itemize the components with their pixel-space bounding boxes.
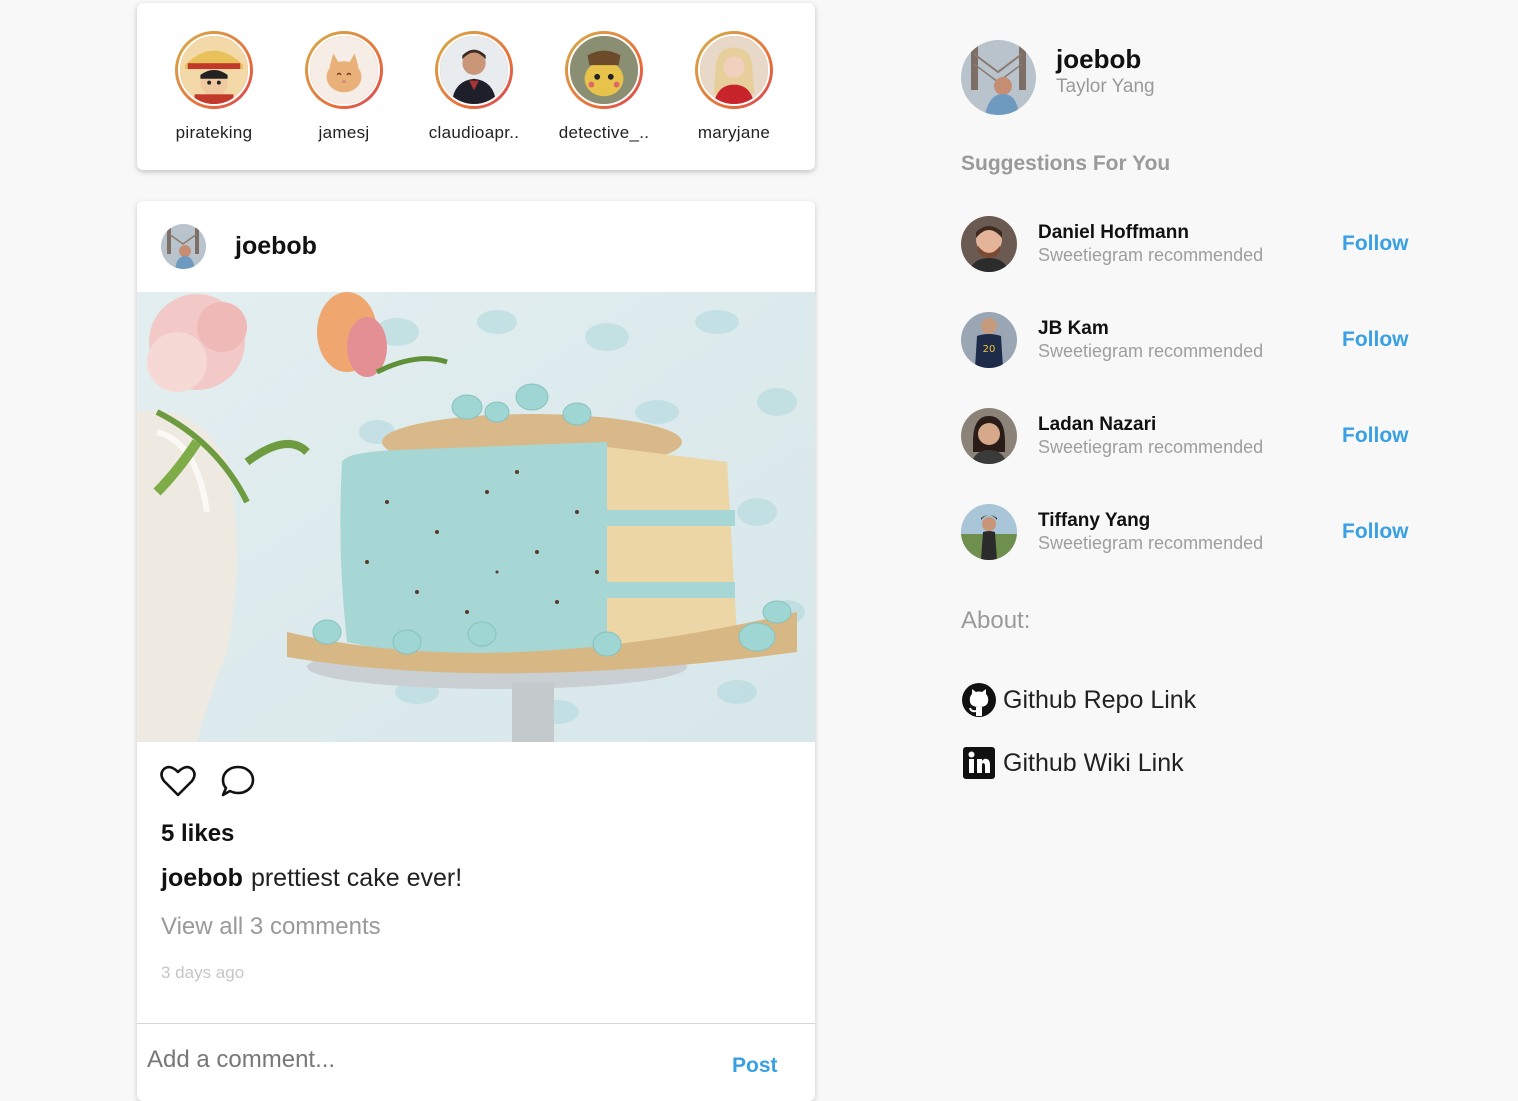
post-timestamp: 3 days ago [161,963,245,982]
suggestion-name[interactable]: Daniel Hoffmann [1038,222,1338,244]
current-user-profile: joebob Taylor Yang [961,40,1155,115]
suggestion-item: Ladan Nazari Sweetiegram recommended Fol… [961,406,1421,466]
svg-text:20: 20 [983,344,996,355]
suggestion-item: Daniel Hoffmann Sweetiegram recommended … [961,214,1421,274]
suggestion-item: 20 JB Kam Sweetiegram recommended Follow [961,310,1421,370]
avatar [308,34,380,106]
avatar[interactable] [961,504,1017,560]
suggestion-subtitle: Sweetiegram recommended [1038,245,1264,265]
post-header: joebob [137,201,815,292]
suggestion-name[interactable]: Ladan Nazari [1038,414,1338,436]
avatar[interactable]: 20 [961,312,1017,368]
suggestion-text: Daniel Hoffmann Sweetiegram recommended [1038,222,1338,266]
avatar[interactable] [961,40,1036,115]
linkedin-icon [963,747,995,779]
post-image [137,292,815,742]
suggestion-subtitle: Sweetiegram recommended [1038,437,1264,457]
story-avatar-ring [435,31,513,109]
profile-username[interactable]: joebob [1056,44,1155,75]
suggestion-item: Tiffany Yang Sweetiegram recommended Fol… [961,502,1421,562]
stories-bar: pirateking jamesj claudioapr.. detective… [137,3,815,170]
post-card: joebob 5 likes joebob prettiest cake eve… [137,201,815,1101]
avatar [178,34,250,106]
post-comment-button[interactable]: Post [732,1054,778,1078]
heart-icon[interactable] [159,762,197,800]
about-title: About: [961,607,1031,634]
avatar [568,34,640,106]
story-avatar-ring [175,31,253,109]
avatar [698,34,770,106]
story-username: jamesj [318,123,370,142]
suggestions-title: Suggestions For You [961,152,1171,175]
post-username[interactable]: joebob [235,232,317,261]
story-pirateking[interactable]: pirateking [159,31,269,170]
avatar [438,34,510,106]
suggestion-subtitle: Sweetiegram recommended [1038,341,1264,361]
follow-button[interactable]: Follow [1342,424,1409,448]
story-username: maryjane [697,123,771,142]
avatar[interactable] [961,408,1017,464]
github-repo-link[interactable]: Github Repo Link [961,682,1196,718]
caption-username[interactable]: joebob [161,864,243,892]
link-label: Github Wiki Link [1003,748,1184,777]
story-jamesj[interactable]: jamesj [289,31,399,170]
story-claudioapr[interactable]: claudioapr.. [419,31,529,170]
comment-bar: Post [137,1023,815,1101]
story-username: pirateking [175,123,253,142]
avatar[interactable] [161,224,206,269]
avatar[interactable] [961,216,1017,272]
post-actions [137,742,815,806]
github-wiki-link[interactable]: Github Wiki Link [961,745,1184,781]
story-avatar-ring [695,31,773,109]
post-caption: joebob prettiest cake ever! [137,864,815,893]
story-maryjane[interactable]: maryjane [679,31,789,170]
follow-button[interactable]: Follow [1342,328,1409,352]
view-all-comments-link[interactable]: View all 3 comments [137,913,381,941]
suggestion-text: JB Kam Sweetiegram recommended [1038,318,1338,362]
story-detective[interactable]: detective_.. [549,31,659,170]
comment-icon[interactable] [219,762,257,800]
caption-text: prettiest cake ever! [250,864,463,892]
profile-text: joebob Taylor Yang [1056,44,1155,98]
story-avatar-ring [305,31,383,109]
comment-input[interactable] [145,1038,705,1082]
profile-full-name: Taylor Yang [1056,75,1155,97]
suggestion-subtitle: Sweetiegram recommended [1038,533,1264,553]
likes-count: 5 likes [161,820,235,847]
story-avatar-ring [565,31,643,109]
suggestion-name[interactable]: JB Kam [1038,318,1338,340]
story-username: detective_.. [558,123,650,142]
suggestion-text: Ladan Nazari Sweetiegram recommended [1038,414,1338,458]
suggestion-name[interactable]: Tiffany Yang [1038,510,1338,532]
follow-button[interactable]: Follow [1342,520,1409,544]
follow-button[interactable]: Follow [1342,232,1409,256]
story-username: claudioapr.. [428,123,520,142]
suggestion-text: Tiffany Yang Sweetiegram recommended [1038,510,1338,554]
github-icon [962,683,996,717]
link-label: Github Repo Link [1003,685,1197,714]
